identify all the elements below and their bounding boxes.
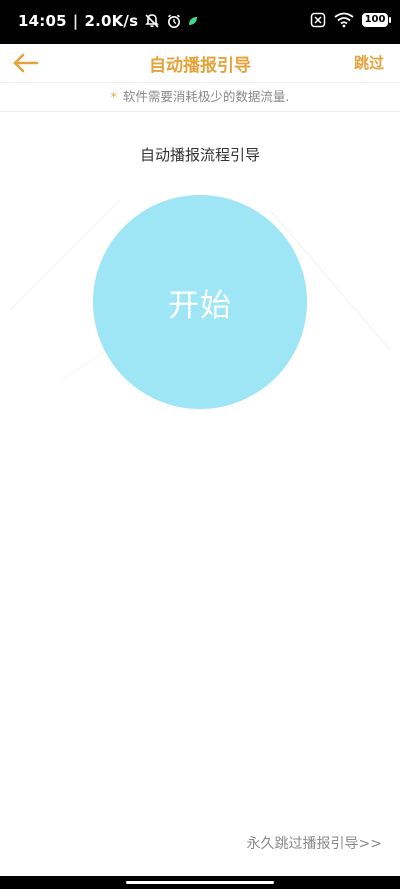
page-title: 自动播报引导 (149, 56, 251, 76)
notice-asterisk: * (110, 89, 117, 104)
status-right: 100 (310, 12, 391, 28)
section-title: 自动播报流程引导 (139, 146, 260, 164)
battery-icon: 100 (362, 13, 391, 27)
network-speed: 2.0K/s (84, 12, 139, 30)
header: 自动播报引导 跳过 (0, 44, 400, 82)
skip-button[interactable]: 跳过 (354, 52, 384, 73)
status-time: 14:05 (18, 12, 67, 30)
home-indicator[interactable] (126, 881, 274, 884)
leaf-icon (189, 17, 198, 25)
sim-icon (310, 12, 326, 28)
dnd-icon (145, 14, 160, 28)
notice-text: 软件需要消耗极少的数据流量. (122, 89, 290, 104)
start-button[interactable]: 开始 (93, 195, 307, 409)
alarm-icon (168, 14, 181, 28)
status-separator: | (72, 12, 79, 30)
wifi-icon (334, 12, 354, 28)
status-bar: 14:05 | 2.0K/s 100 (0, 0, 400, 44)
permanent-skip-link[interactable]: 永久跳过播报引导>> (247, 833, 382, 853)
navigation-bar (0, 876, 400, 889)
status-left: 14:05 | 2.0K/s (18, 12, 198, 30)
start-label: 开始 (168, 287, 232, 324)
data-usage-notice: * 软件需要消耗极少的数据流量. (0, 82, 400, 112)
